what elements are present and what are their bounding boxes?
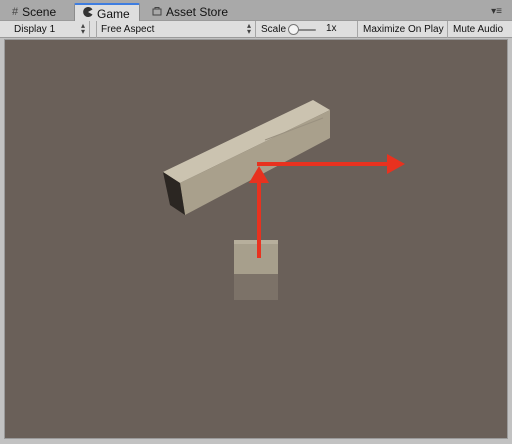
dropdown-arrows-icon: ▴ ▾ xyxy=(80,21,85,36)
grid-icon: # xyxy=(12,6,19,18)
small-cube-object xyxy=(234,240,278,300)
game-viewport[interactable] xyxy=(4,39,508,439)
tab-asset-store[interactable]: Asset Store xyxy=(144,3,236,21)
scale-value: 1x xyxy=(326,23,337,34)
mute-audio-toggle[interactable]: Mute Audio xyxy=(448,21,510,38)
panel-menu-icon[interactable]: ▾≡ xyxy=(491,6,502,17)
scale-label: Scale xyxy=(261,24,287,35)
scene-render xyxy=(163,100,405,300)
aspect-dropdown-value: Free Aspect xyxy=(101,24,155,35)
long-bar-object xyxy=(163,100,330,215)
display-dropdown-value: Display 1 xyxy=(14,24,56,35)
tab-scene-label: Scene xyxy=(22,5,57,19)
scale-control: Scale 1x xyxy=(256,21,358,38)
scale-slider-thumb[interactable] xyxy=(288,24,299,35)
tab-bar: # Scene Game Asset Store ▾≡ xyxy=(0,0,512,22)
tab-scene[interactable]: # Scene xyxy=(4,3,64,21)
tab-asset-store-label: Asset Store xyxy=(166,5,229,19)
tab-game-label: Game xyxy=(97,6,130,21)
game-window: # Scene Game Asset Store ▾≡ Display 1 ▴ ▾… xyxy=(0,0,512,444)
pacman-icon xyxy=(83,6,93,20)
display-dropdown[interactable]: Display 1 ▴ ▾ xyxy=(8,21,90,38)
maximize-on-play-toggle[interactable]: Maximize On Play xyxy=(358,21,448,38)
store-icon xyxy=(152,6,162,19)
tab-game[interactable]: Game xyxy=(74,3,140,22)
mute-audio-label: Mute Audio xyxy=(453,24,504,35)
maximize-on-play-label: Maximize On Play xyxy=(363,24,444,35)
dropdown-arrows-icon: ▴ ▾ xyxy=(246,21,251,36)
game-toolbar: Display 1 ▴ ▾ Free Aspect ▴ ▾ Scale 1x Max… xyxy=(0,21,512,38)
aspect-dropdown[interactable]: Free Aspect ▴ ▾ xyxy=(96,21,256,38)
